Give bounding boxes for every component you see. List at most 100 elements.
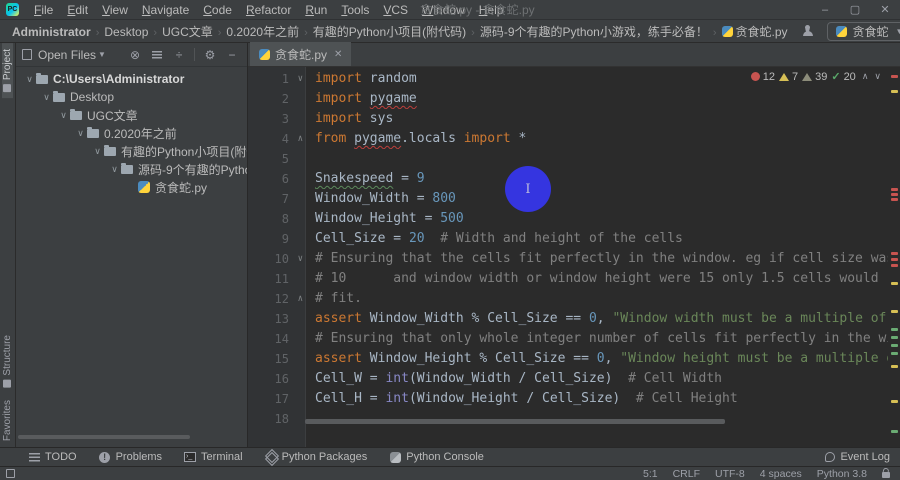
stripe-mark[interactable] xyxy=(891,336,898,339)
menu-vcs[interactable]: VCS xyxy=(376,0,415,20)
code-line[interactable]: assert Window_Height % Cell_Size == 0, "… xyxy=(307,349,888,369)
menu-navigate[interactable]: Navigate xyxy=(135,0,196,20)
expand-collapse-icon[interactable]: ÷ xyxy=(170,46,188,64)
tool-strip-structure[interactable]: Structure xyxy=(2,329,13,394)
expand-chevron-icon[interactable]: ∨ xyxy=(92,146,103,157)
toolwindow-python-packages[interactable]: Python Packages xyxy=(265,451,368,463)
stripe-mark[interactable] xyxy=(891,344,898,347)
hide-panel-icon[interactable]: − xyxy=(223,46,241,64)
code-line[interactable]: import sys xyxy=(307,109,888,129)
maximize-button[interactable]: ▢ xyxy=(840,0,870,20)
stripe-mark[interactable] xyxy=(891,188,898,191)
menu-run[interactable]: Run xyxy=(298,0,334,20)
tool-window-toggle-icon[interactable] xyxy=(6,469,15,478)
gear-icon[interactable]: ⚙ xyxy=(201,46,219,64)
menu-code[interactable]: Code xyxy=(196,0,239,20)
collapse-all-icon[interactable] xyxy=(148,46,166,64)
stripe-mark[interactable] xyxy=(891,90,898,93)
fold-marker-icon[interactable]: ∨ xyxy=(298,69,303,89)
tree-node[interactable]: ∨ C:\Users\Administrator xyxy=(16,70,247,88)
editor-gutter[interactable]: 1 ∨ 2 3 4 ∧ 5 6 7 8 9 10 ∨ 11 12 ∧ 13 14 15 16 17 18 xyxy=(248,67,306,447)
read-write-lock-icon[interactable] xyxy=(882,472,890,478)
tool-strip-project[interactable]: Project xyxy=(2,43,13,99)
gutter-line[interactable]: 11 xyxy=(248,269,305,289)
gutter-line[interactable]: 9 xyxy=(248,229,305,249)
gutter-line[interactable]: 16 xyxy=(248,369,305,389)
gutter-line[interactable]: 5 xyxy=(248,149,305,169)
tree-node[interactable]: ∨ 0.2020年之前 xyxy=(16,124,247,142)
gutter-line[interactable]: 14 xyxy=(248,329,305,349)
menu-refactor[interactable]: Refactor xyxy=(239,0,298,20)
fold-marker-icon[interactable]: ∧ xyxy=(298,129,303,149)
indent-style[interactable]: 4 spaces xyxy=(760,468,802,480)
breadcrumb-item[interactable]: 源码-9个有趣的Python小游戏，练手必备！ xyxy=(480,25,708,39)
close-button[interactable]: ✕ xyxy=(870,0,900,20)
gutter-line[interactable]: 8 xyxy=(248,209,305,229)
code-line[interactable]: # fit. xyxy=(307,289,888,309)
gutter-line[interactable]: 1 ∨ xyxy=(248,69,305,89)
code-line[interactable]: Cell_H = int(Window_Height / Cell_Size) … xyxy=(307,389,888,409)
code-line[interactable]: Cell_W = int(Window_Width / Cell_Size) #… xyxy=(307,369,888,389)
expand-chevron-icon[interactable]: ∨ xyxy=(58,110,69,121)
expand-chevron-icon[interactable]: ∨ xyxy=(41,92,52,103)
error-stripe-scrollbar[interactable] xyxy=(888,67,900,447)
breadcrumb-item[interactable]: 0.2020年之前 xyxy=(226,25,299,39)
stripe-mark[interactable] xyxy=(891,198,898,201)
tree-node[interactable]: ∨ 源码-9个有趣的Python小游戏 xyxy=(16,160,247,178)
breadcrumb-current-file[interactable]: 贪食蛇.py xyxy=(721,23,788,40)
gutter-line[interactable]: 2 xyxy=(248,89,305,109)
stripe-mark[interactable] xyxy=(891,310,898,313)
file-encoding[interactable]: UTF-8 xyxy=(715,468,745,480)
code-line[interactable]: assert Window_Width % Cell_Size == 0, "W… xyxy=(307,309,888,329)
close-tab-icon[interactable]: ✕ xyxy=(334,49,342,60)
tool-strip-favorites[interactable]: Favorites xyxy=(2,394,13,447)
toolwindow-todo[interactable]: TODO xyxy=(28,451,77,463)
code-line[interactable]: Window_Height = 500 xyxy=(307,209,888,229)
next-problem-icon[interactable]: ∨ xyxy=(874,71,881,82)
stripe-mark[interactable] xyxy=(891,75,898,78)
breadcrumb-item[interactable]: Desktop xyxy=(104,25,148,39)
gutter-line[interactable]: 17 xyxy=(248,389,305,409)
event-log-button[interactable]: Event Log xyxy=(825,451,890,463)
code-line[interactable]: # 10 and window width or window height w… xyxy=(307,269,888,289)
toolwindow-python-console[interactable]: Python Console xyxy=(389,451,484,463)
stripe-mark[interactable] xyxy=(891,430,898,433)
editor-hscrollbar[interactable] xyxy=(305,419,725,424)
stripe-mark[interactable] xyxy=(891,282,898,285)
stripe-mark[interactable] xyxy=(891,252,898,255)
code-line[interactable] xyxy=(307,149,888,169)
gutter-line[interactable]: 13 xyxy=(248,309,305,329)
gutter-line[interactable]: 10 ∨ xyxy=(248,249,305,269)
menu-tools[interactable]: Tools xyxy=(334,0,376,20)
stripe-mark[interactable] xyxy=(891,328,898,331)
tree-node[interactable]: 贪食蛇.py xyxy=(16,178,247,196)
code-content[interactable]: import random import pygame import sys from… xyxy=(307,67,888,429)
tree-node[interactable]: ∨ Desktop xyxy=(16,88,247,106)
expand-chevron-icon[interactable]: ∨ xyxy=(75,128,86,139)
code-line[interactable]: Snakespeed = 9 xyxy=(307,169,888,189)
project-tree-hscrollbar[interactable] xyxy=(18,435,190,439)
stripe-mark[interactable] xyxy=(891,258,898,261)
expand-chevron-icon[interactable]: ∨ xyxy=(24,74,35,85)
fold-marker-icon[interactable]: ∨ xyxy=(298,249,303,269)
code-line[interactable]: import pygame xyxy=(307,89,888,109)
toolwindow-problems[interactable]: ! Problems xyxy=(99,451,162,463)
breadcrumb-item[interactable]: Administrator xyxy=(12,25,91,39)
code-line[interactable]: # Ensuring that only whole integer numbe… xyxy=(307,329,888,349)
stripe-mark[interactable] xyxy=(891,352,898,355)
project-view-selector[interactable]: Open Files xyxy=(38,48,96,62)
stripe-mark[interactable] xyxy=(891,400,898,403)
gutter-line[interactable]: 18 xyxy=(248,409,305,429)
fold-marker-icon[interactable]: ∧ xyxy=(298,289,303,309)
gutter-line[interactable]: 12 ∧ xyxy=(248,289,305,309)
python-interpreter[interactable]: Python 3.8 xyxy=(817,468,867,480)
breadcrumb-item[interactable]: 有趣的Python小项目(附代码) xyxy=(313,25,466,39)
line-separator[interactable]: CRLF xyxy=(673,468,700,480)
inspections-widget[interactable]: 12 7 39 ✓ 20 ∧ ∨ xyxy=(747,70,884,83)
menu-view[interactable]: View xyxy=(95,0,135,20)
caret-position[interactable]: 5:1 xyxy=(643,468,658,480)
menu-edit[interactable]: Edit xyxy=(60,0,95,20)
minimize-button[interactable]: – xyxy=(810,0,840,20)
tree-node[interactable]: ∨ UGC文章 xyxy=(16,106,247,124)
toolwindow-terminal[interactable]: ›_ Terminal xyxy=(184,451,243,463)
